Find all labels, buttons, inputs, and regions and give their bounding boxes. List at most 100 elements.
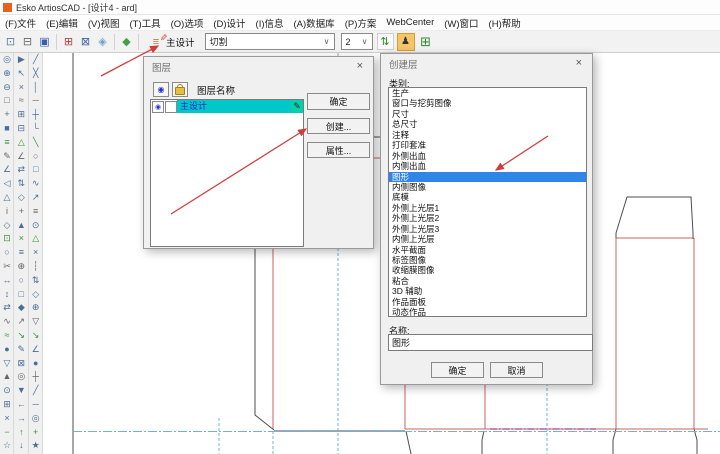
plus-tool[interactable]: + xyxy=(29,426,43,440)
info-tool[interactable]: i xyxy=(0,205,14,219)
updown-tool[interactable]: ⇅ xyxy=(29,274,43,288)
layer-row[interactable]: ◉ 主设计 ✎ xyxy=(151,100,303,113)
vline-tool[interactable]: │ xyxy=(29,81,43,95)
grid2-tool[interactable]: ┼ xyxy=(29,370,43,384)
active-mode-icon[interactable]: ♟ xyxy=(397,33,415,51)
category-item-10[interactable]: 底模 xyxy=(389,192,586,202)
add-tool[interactable]: + xyxy=(14,205,28,219)
layer-visible-checkbox[interactable]: ◉ xyxy=(152,101,164,113)
sort-tool[interactable]: ⇅ xyxy=(14,177,28,191)
menu-options[interactable]: (O)选项 xyxy=(166,16,209,30)
layer-lock-checkbox[interactable] xyxy=(165,101,177,113)
bullseye-tool[interactable]: ◎ xyxy=(14,370,28,384)
category-item-18[interactable]: 粘合 xyxy=(389,276,586,286)
angle2-tool[interactable]: ∠ xyxy=(29,343,43,357)
star2-tool[interactable]: ★ xyxy=(29,439,43,453)
south-tool[interactable]: ▼ xyxy=(14,384,28,398)
cursor-tool[interactable]: ↖ xyxy=(14,67,28,81)
category-item-21[interactable]: 动态作品 xyxy=(389,307,586,317)
category-item-3[interactable]: 总尺寸 xyxy=(389,119,586,129)
left-tool[interactable]: ← xyxy=(14,398,28,412)
erase-tool[interactable]: × xyxy=(14,81,28,95)
current-layer-button[interactable]: ≡ ✎ 主设计 xyxy=(142,35,202,49)
window-tool[interactable]: ⊞ xyxy=(14,108,28,122)
pointage-dropdown[interactable]: 2 ∨ xyxy=(341,33,373,50)
cancel-button[interactable]: 取消 xyxy=(490,362,543,378)
category-item-17[interactable]: 收缩膜图像 xyxy=(389,265,586,275)
menu-file[interactable]: (F)文件 xyxy=(0,16,41,30)
cross-line-tool[interactable]: ╳ xyxy=(29,67,43,81)
category-item-5[interactable]: 打印套准 xyxy=(389,140,586,150)
angle-measure-tool[interactable]: ∠ xyxy=(14,150,28,164)
category-item-0[interactable]: 生产 xyxy=(389,88,586,98)
right-tool[interactable]: → xyxy=(14,412,28,426)
save-icon[interactable]: ▣ xyxy=(36,33,53,50)
close-icon[interactable]: × xyxy=(355,61,365,72)
zoom-out-tool[interactable]: ⊖ xyxy=(0,81,14,95)
arrow-tool[interactable]: ↗ xyxy=(29,191,43,205)
intersect-tool[interactable]: ┼ xyxy=(29,108,43,122)
angle-tool[interactable]: ∠ xyxy=(0,163,14,177)
zoom-window-tool[interactable]: □ xyxy=(0,94,14,108)
show-all-button[interactable]: ◉ xyxy=(153,82,169,97)
layers-dialog-titlebar[interactable]: 图层 × xyxy=(144,57,373,76)
rhombus-tool[interactable]: ◇ xyxy=(14,191,28,205)
select-tool[interactable]: ▶ xyxy=(14,53,28,67)
line-type-dropdown[interactable]: 切割 ∨ xyxy=(205,33,335,50)
fit-view-tool[interactable]: ■ xyxy=(0,122,14,136)
center-circle-tool[interactable]: ⊙ xyxy=(29,219,43,233)
polygon-tool[interactable]: △ xyxy=(29,232,43,246)
minus-tool[interactable]: − xyxy=(0,426,14,440)
north-tool[interactable]: ▲ xyxy=(14,219,28,233)
category-item-11[interactable]: 外侧上光层1 xyxy=(389,203,586,213)
pen-tool[interactable]: ✎ xyxy=(14,343,28,357)
star-tool[interactable]: ☆ xyxy=(0,439,14,453)
ellipse-tool[interactable]: ○ xyxy=(14,274,28,288)
category-item-1[interactable]: 窗口与挖剪图像 xyxy=(389,98,586,108)
wave-tool[interactable]: ∿ xyxy=(0,315,14,329)
layer-name-cell[interactable]: 主设计 xyxy=(177,100,291,113)
backslash-tool[interactable]: ╲ xyxy=(29,136,43,150)
category-item-6[interactable]: 外侧出血 xyxy=(389,151,586,161)
menu-view[interactable]: (V)视图 xyxy=(83,16,125,30)
category-item-19[interactable]: 3D 辅助 xyxy=(389,286,586,296)
hline-tool[interactable]: ─ xyxy=(29,94,43,108)
layers-tool[interactable]: ≡ xyxy=(14,246,28,260)
category-item-12[interactable]: 外侧上光层2 xyxy=(389,213,586,223)
snap-toggle-icon[interactable]: ⇅ xyxy=(377,33,394,50)
menu-webcenter[interactable]: WebCenter xyxy=(381,17,439,28)
category-item-14[interactable]: 内侧上光层 xyxy=(389,234,586,244)
zoom-in-tool[interactable]: ⊕ xyxy=(0,67,14,81)
pan-tool[interactable]: + xyxy=(0,108,14,122)
tridown2-tool[interactable]: ▽ xyxy=(29,315,43,329)
close-path-tool[interactable]: × xyxy=(14,232,28,246)
create-dialog-titlebar[interactable]: 创建层 × xyxy=(381,54,592,73)
hatch-tool[interactable]: ≡ xyxy=(29,205,43,219)
layers-list[interactable]: ◉ 主设计 ✎ xyxy=(150,99,304,247)
category-item-2[interactable]: 尺寸 xyxy=(389,109,586,119)
menu-info[interactable]: (I)信息 xyxy=(251,16,289,30)
up-tool[interactable]: ↑ xyxy=(14,426,28,440)
category-item-16[interactable]: 标签图像 xyxy=(389,255,586,265)
category-item-15[interactable]: 水平截面 xyxy=(389,245,586,255)
dashed-tool[interactable]: ┆ xyxy=(29,260,43,274)
ripple-tool[interactable]: ≈ xyxy=(14,94,28,108)
zoom-extents-tool[interactable]: ◎ xyxy=(0,53,14,67)
grid-tool[interactable]: ⊞ xyxy=(0,398,14,412)
arrow-se2-tool[interactable]: ↘ xyxy=(29,329,43,343)
tri-down-tool[interactable]: ▽ xyxy=(0,357,14,371)
ok-button[interactable]: 确定 xyxy=(431,362,484,378)
circle2-tool[interactable]: ○ xyxy=(29,150,43,164)
rotate-left-tool[interactable]: ◁ xyxy=(0,177,14,191)
scissors-tool[interactable]: ✂ xyxy=(0,260,14,274)
lock-all-button[interactable] xyxy=(172,82,188,97)
solid-diamond-tool[interactable]: ◆ xyxy=(14,301,28,315)
arrow-ne-tool[interactable]: ↗ xyxy=(14,315,28,329)
hline2-tool[interactable]: ─ xyxy=(29,398,43,412)
exchange-tool[interactable]: ⇄ xyxy=(14,163,28,177)
delete-tool[interactable]: × xyxy=(0,412,14,426)
category-item-9[interactable]: 内侧图像 xyxy=(389,182,586,192)
diamond-tool[interactable]: ◇ xyxy=(0,219,14,233)
print-icon[interactable]: ⊟ xyxy=(19,33,36,50)
diamond2-tool[interactable]: ◇ xyxy=(29,288,43,302)
